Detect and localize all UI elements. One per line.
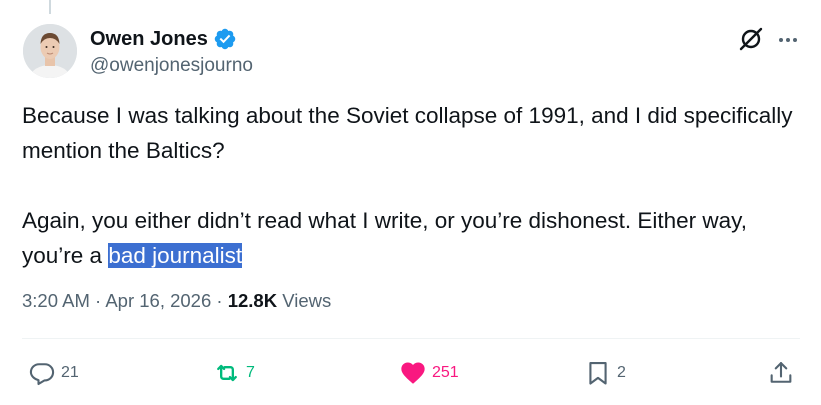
thread-connector-line xyxy=(49,0,51,14)
bookmark-button[interactable]: 2 xyxy=(584,358,626,388)
more-options-icon[interactable] xyxy=(775,27,801,53)
selected-text-highlight[interactable]: bad journalist xyxy=(108,243,243,268)
meta-separator: · xyxy=(211,290,228,311)
views-label: Views xyxy=(277,290,332,311)
tweet-metadata: 3:20 AM · Apr 16, 2026 · 12.8K Views xyxy=(22,288,331,314)
verified-badge-icon[interactable] xyxy=(213,27,237,51)
heart-icon xyxy=(401,362,425,384)
author-handle[interactable]: @owenjonesjourno xyxy=(90,54,253,78)
bookmark-icon xyxy=(589,362,607,385)
tweet-paragraph: Because I was talking about the Soviet c… xyxy=(22,103,793,163)
author-name-row: Owen Jones xyxy=(90,26,237,52)
avatar[interactable] xyxy=(23,24,77,78)
like-count: 251 xyxy=(432,364,459,381)
meta-separator: · xyxy=(89,290,106,311)
reply-button[interactable]: 21 xyxy=(28,358,79,388)
author-display-name[interactable]: Owen Jones xyxy=(90,26,208,52)
avatar-image xyxy=(23,24,77,78)
tweet-paragraph: Again, you either didn’t read what I wri… xyxy=(22,203,807,273)
repost-count: 7 xyxy=(246,364,255,381)
reply-count: 21 xyxy=(61,364,79,381)
repost-button[interactable]: 7 xyxy=(213,358,255,388)
divider-line xyxy=(22,338,800,339)
reply-icon xyxy=(29,363,55,386)
tweet-text: Because I was talking about the Soviet c… xyxy=(22,98,807,273)
like-button[interactable]: 251 xyxy=(399,358,459,388)
tweet-date[interactable]: Apr 16, 2026 xyxy=(105,290,211,311)
share-icon xyxy=(770,362,792,383)
views-count: 12.8K xyxy=(227,290,278,311)
bookmark-count: 2 xyxy=(617,364,626,381)
tweet-time[interactable]: 3:20 AM xyxy=(22,290,90,311)
grok-icon[interactable] xyxy=(738,26,764,52)
repost-icon xyxy=(217,364,237,382)
share-button[interactable] xyxy=(767,358,795,388)
